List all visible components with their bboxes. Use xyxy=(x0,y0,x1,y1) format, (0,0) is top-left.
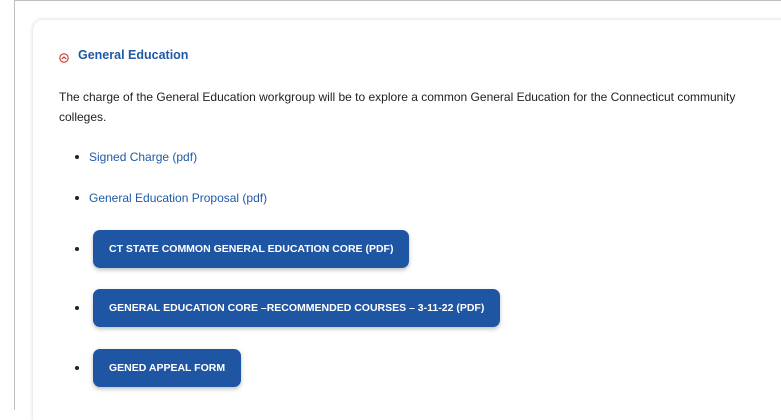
accordion-title[interactable]: General Education xyxy=(78,48,188,62)
signed-charge-link[interactable]: Signed Charge (pdf) xyxy=(89,150,197,164)
window-left-border xyxy=(14,0,15,410)
bullet xyxy=(75,247,79,251)
section-description: The charge of the General Education work… xyxy=(59,90,736,124)
list-item: GENED APPEAL FORM xyxy=(75,349,242,387)
bullet xyxy=(75,366,79,370)
list-item: Signed Charge (pdf) xyxy=(75,150,197,164)
chevron-up-circle-icon[interactable] xyxy=(59,50,69,63)
accordion-header[interactable]: General Education xyxy=(59,47,188,63)
list-item: CT STATE COMMON GENERAL EDUCATION CORE (… xyxy=(75,230,410,268)
gened-appeal-form-button[interactable]: GENED APPEAL FORM xyxy=(93,349,242,387)
bullet xyxy=(75,196,79,200)
list-item: GENERAL EDUCATION CORE –RECOMMENDED COUR… xyxy=(75,289,501,327)
bullet xyxy=(75,306,79,310)
window-top-border xyxy=(14,0,781,1)
bullet xyxy=(75,155,79,159)
recommended-courses-button[interactable]: GENERAL EDUCATION CORE –RECOMMENDED COUR… xyxy=(93,289,501,327)
common-gened-core-button[interactable]: CT STATE COMMON GENERAL EDUCATION CORE (… xyxy=(93,230,410,268)
page: General Education The charge of the Gene… xyxy=(0,0,781,420)
list-item: General Education Proposal (pdf) xyxy=(75,191,267,205)
general-education-proposal-link[interactable]: General Education Proposal (pdf) xyxy=(89,191,267,205)
